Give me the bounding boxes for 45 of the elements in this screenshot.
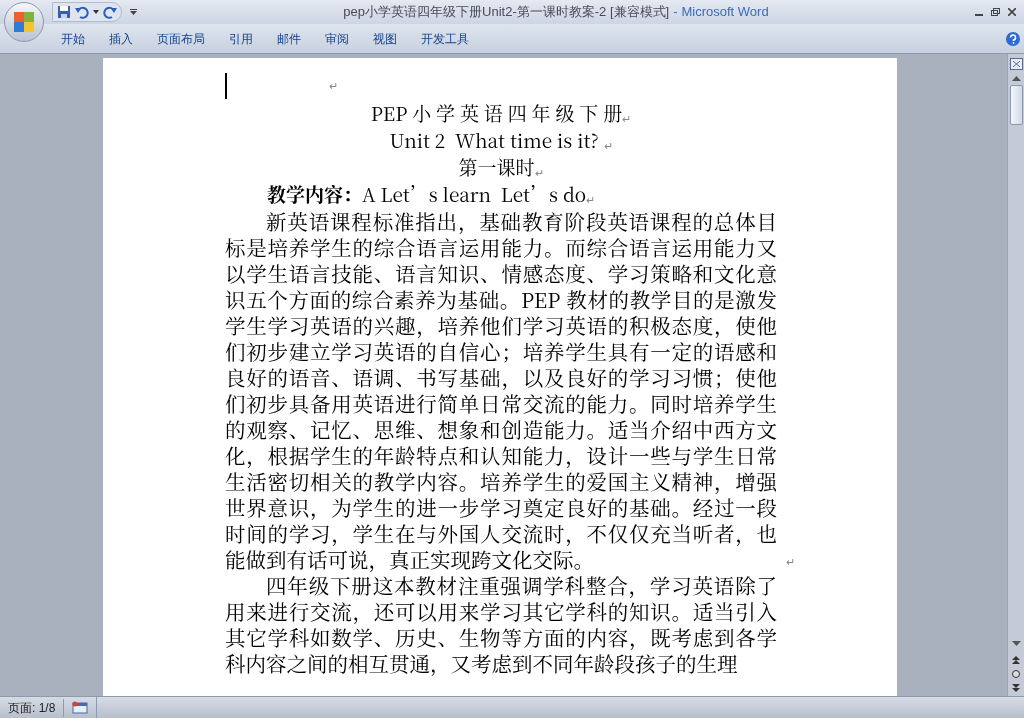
content-label: 教学内容： <box>267 179 362 208</box>
office-button[interactable] <box>4 2 44 42</box>
paragraph-mark: ↵ <box>329 78 338 94</box>
paragraph-mark: ↵ <box>603 138 613 154</box>
body-paragraph: 四年级下册这本教材注重强调学科整合，学习英语除了用来进行交流，还可以用来学习其它学科的知识。适当引入其它学科如数学、历史、生物等方面的内容，既考虑到各学科内容之间的相互贯通，又考虑到不同年龄段孩子的生理 <box>225 572 777 676</box>
scroll-down-icon[interactable] <box>1011 641 1021 646</box>
app-name: Microsoft Word <box>681 3 769 22</box>
scroll-thumb[interactable] <box>1009 85 1023 125</box>
ribbon-tab[interactable]: 视图 <box>362 27 408 50</box>
ribbon-tab[interactable]: 插入 <box>98 27 144 50</box>
split-icon[interactable] <box>1009 58 1023 70</box>
ribbon-tab[interactable]: 开发工具 <box>410 27 480 50</box>
ribbon-tab[interactable]: 引用 <box>218 27 264 50</box>
redo-icon[interactable] <box>103 5 117 19</box>
text-cursor <box>225 73 227 99</box>
ribbon-tab[interactable]: 邮件 <box>266 27 312 50</box>
next-page-icon[interactable] <box>1012 684 1020 692</box>
paragraph-mark: ↵ <box>586 193 596 208</box>
vertical-scrollbar[interactable] <box>1007 54 1024 696</box>
content-text: A Let’s learn Let’s do <box>362 179 587 208</box>
close-icon[interactable] <box>1008 8 1016 16</box>
customize-arrow-icon[interactable] <box>130 9 137 15</box>
restore-icon[interactable] <box>991 8 1000 16</box>
window-title: pep小学英语四年级下册Unit2-第一课时教案-2 [兼容模式] <box>343 3 670 22</box>
heading-text: Unit 2 What time is it? <box>389 125 600 154</box>
save-icon[interactable] <box>57 5 71 19</box>
browse-object-icon[interactable] <box>1012 670 1020 678</box>
ribbon-tab[interactable]: 开始 <box>50 27 96 50</box>
office-logo-icon <box>12 10 36 34</box>
body-paragraph: 新英语课程标准指出，基础教育阶段英语课程的总体目标是培养学生的综合语言运用能力。而综合语言运用能力又以学生语言技能、语言知识、情感态度、学习策略和文化意识五个方面的综合素养为基础。PEP 教材的教学目的是激发学生学习英语的兴趣，培养他们学习英语的积极态度，使他们初步建立学习英语的自信心；培养学生具有一定的语感和良好的语音、语调、书写基础，以及良好的学习习惯；使他们初步具备用英语进行简单日常交流的能力。同时培养学生的观察、记忆、思维、想象和创造能力。适当介绍中西方文化，根据学生的年龄特点和认知能力，设计一些与学生日常生活密切相关的教学内容。培养学生的爱国主义精神，增强世界意识，为学生的进一步学习奠定良好的基础。经过一段时间的学习，学生在与外国人交流时，不仅仅充当听者，也能做到有话可说，真正实现跨文化交际。 <box>225 208 777 572</box>
title-separator: - <box>673 3 678 22</box>
heading-text: 第一课时 <box>458 152 535 181</box>
heading-text: PEP 小 学 英 语 四 年 级 下 册 <box>370 98 623 127</box>
undo-icon[interactable] <box>75 5 89 19</box>
help-icon[interactable] <box>1006 31 1020 46</box>
paragraph-mark: ↵ <box>622 112 632 127</box>
scroll-up-icon[interactable] <box>1011 76 1021 81</box>
paragraph-mark: ↵ <box>786 554 795 570</box>
page-count[interactable]: 页面: 1/8 <box>0 698 65 717</box>
previous-page-icon[interactable] <box>1012 656 1020 664</box>
ribbon-tab[interactable]: 审阅 <box>314 27 360 50</box>
paragraph-mark: ↵ <box>534 165 544 181</box>
ribbon-tab[interactable]: 页面布局 <box>146 27 216 50</box>
document-icon[interactable] <box>72 701 89 714</box>
dropdown-arrow-icon[interactable] <box>93 10 99 14</box>
